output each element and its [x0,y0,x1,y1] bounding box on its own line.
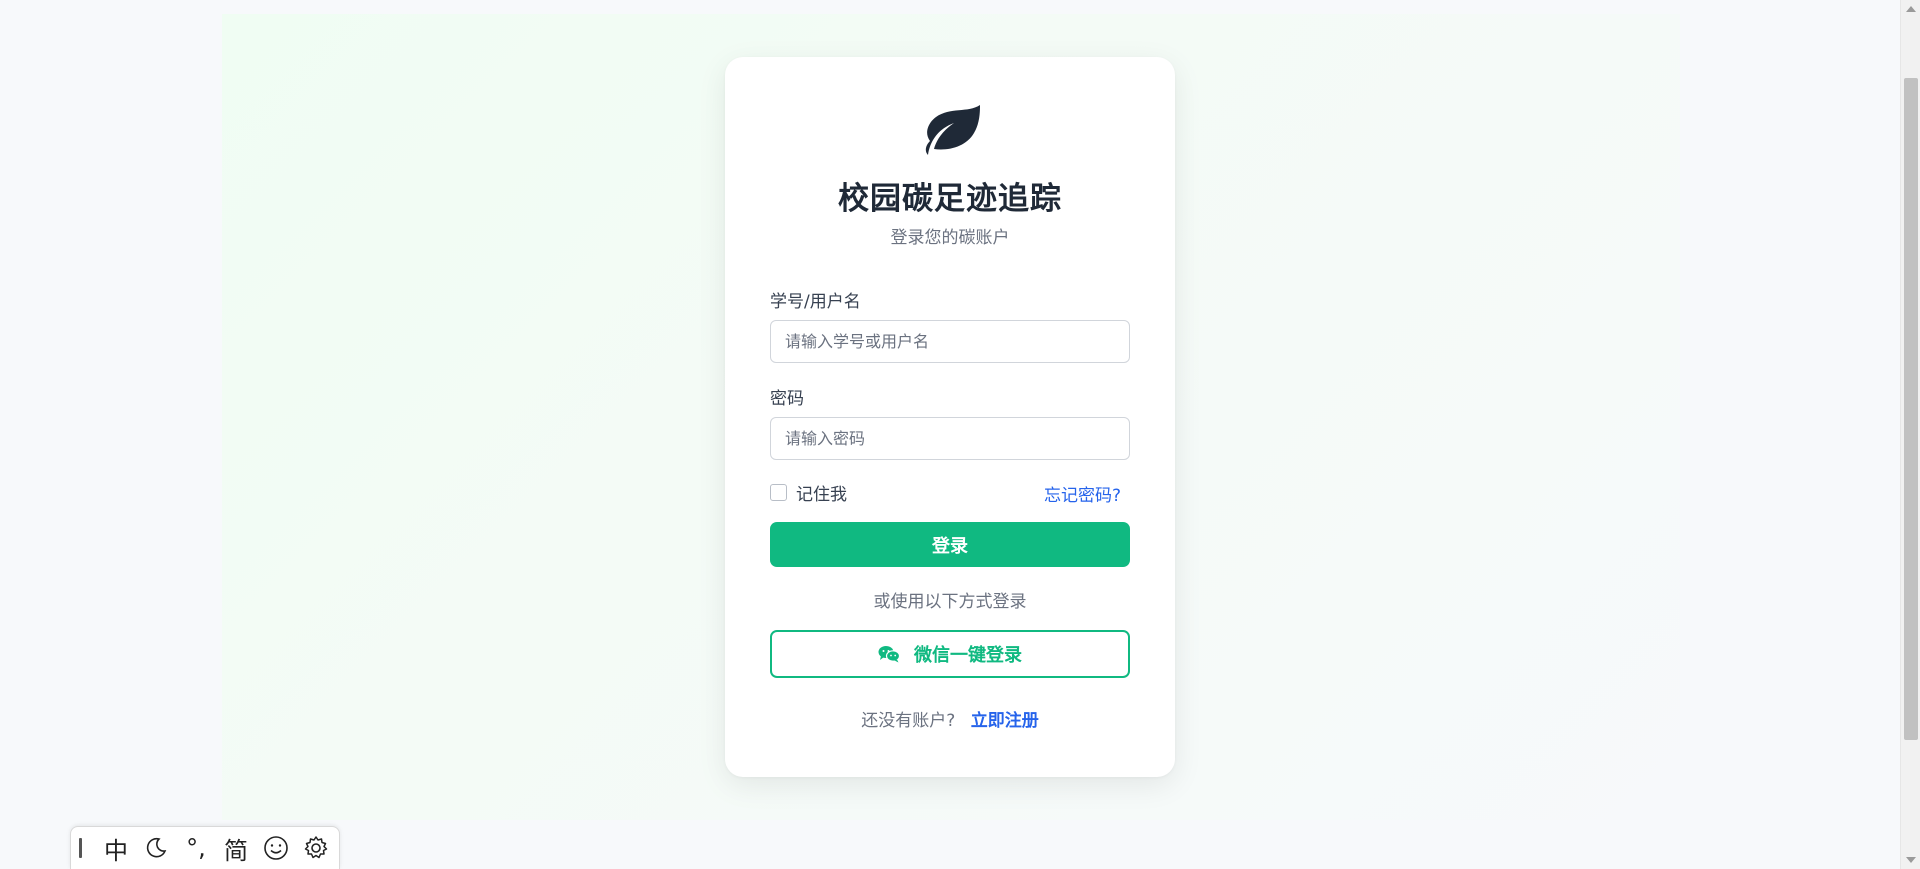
remember-checkbox[interactable] [770,483,787,501]
password-label: 密码 [770,389,804,409]
username-input[interactable] [770,320,1130,363]
register-prompt: 还没有账户? 立即注册 [725,706,1175,731]
forgot-password-link[interactable]: 忘记密码? [1044,481,1121,506]
scrollbar-thumb[interactable] [1904,78,1918,740]
wechat-icon [878,646,900,663]
username-label: 学号/用户名 [770,292,861,312]
ime-punctuation-toggle[interactable]: °, [176,830,216,866]
leaf-icon [925,105,980,155]
register-link[interactable]: 立即注册 [971,711,1039,731]
ime-toolbar: 中 °, 简 [70,826,340,869]
remember-label: 记住我 [796,484,847,505]
register-question: 还没有账户? [861,711,956,731]
page: 校园碳足迹追踪 登录您的碳账户 学号/用户名 密码 记住我 忘记密码? 登录 或… [0,0,1920,869]
page-scrollbar[interactable] [1900,0,1920,869]
moon-icon[interactable] [136,830,176,866]
scroll-up-icon[interactable] [1906,6,1916,12]
login-card: 校园碳足迹追踪 登录您的碳账户 学号/用户名 密码 记住我 忘记密码? 登录 或… [725,57,1175,777]
password-input[interactable] [770,417,1130,460]
wechat-login-label: 微信一键登录 [914,645,1022,666]
wechat-login-button[interactable]: 微信一键登录 [770,630,1130,678]
login-button[interactable]: 登录 [770,522,1130,567]
scroll-down-icon[interactable] [1906,857,1916,863]
remember-me[interactable]: 记住我 [770,480,847,505]
ime-mode-toggle[interactable]: 中 [96,830,136,866]
page-subtitle: 登录您的碳账户 [890,228,1010,248]
gear-icon[interactable] [296,830,336,866]
ime-script-toggle[interactable]: 简 [216,830,256,866]
alt-login-divider: 或使用以下方式登录 [873,592,1027,612]
ime-drag-handle[interactable] [79,838,82,858]
page-title: 校园碳足迹追踪 [838,181,1062,217]
smiley-icon[interactable] [256,830,296,866]
